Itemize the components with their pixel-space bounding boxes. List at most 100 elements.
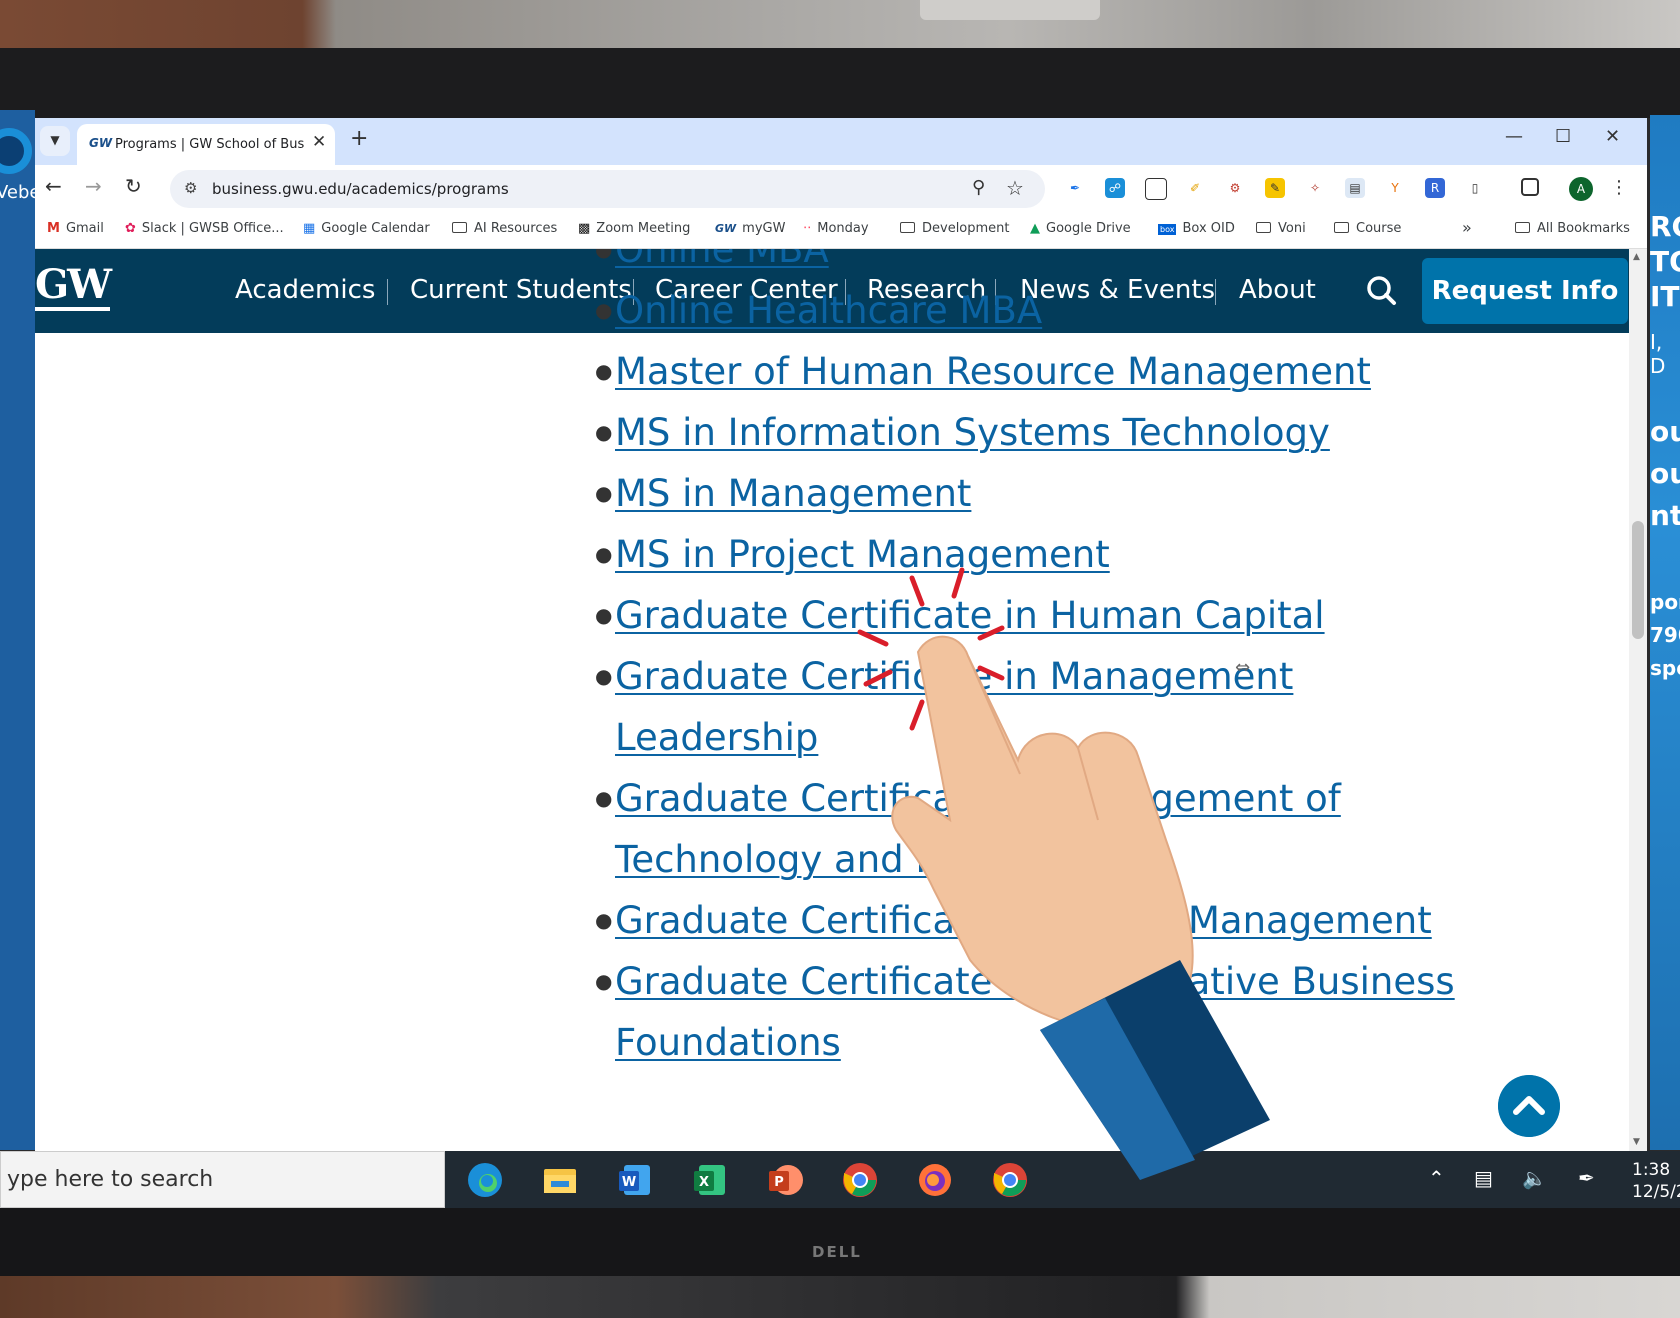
- folder-icon: [1334, 222, 1349, 233]
- nav-academics[interactable]: Academics: [235, 275, 375, 305]
- tab-close-icon[interactable]: ✕: [312, 132, 326, 152]
- volume-icon[interactable]: 🔈: [1522, 1166, 1547, 1190]
- extension-gear-icon[interactable]: ⚙: [1225, 178, 1245, 198]
- extension-y-icon[interactable]: Y: [1385, 178, 1405, 198]
- folder-icon: [452, 222, 467, 233]
- program-link-ms-management[interactable]: MS in Management: [615, 472, 971, 515]
- pen-icon[interactable]: ✒: [1578, 1166, 1595, 1190]
- powerpoint-icon[interactable]: P: [766, 1161, 804, 1199]
- program-link-cert-mgmt-technology[interactable]: Graduate Certificate in Management of: [615, 777, 1341, 820]
- bookmark-voni[interactable]: Voni: [1256, 221, 1306, 236]
- monitor-brand-logo: DELL: [812, 1243, 862, 1261]
- bookmark-development[interactable]: Development: [900, 221, 1010, 236]
- list-item: ● Graduate Certificate in Project Managem…: [595, 899, 1432, 942]
- file-explorer-icon[interactable]: [541, 1161, 579, 1199]
- gw-logo[interactable]: GW: [35, 263, 112, 311]
- profile-avatar[interactable]: A: [1569, 177, 1593, 201]
- zoom-icon[interactable]: ⚲: [972, 177, 985, 198]
- bookmark-zoom[interactable]: ▩ Zoom Meeting: [578, 221, 690, 236]
- program-link-online-mba[interactable]: Online MBA: [615, 249, 829, 271]
- site-info-icon[interactable]: ⚙: [184, 179, 197, 197]
- desk-background: [0, 1276, 1680, 1318]
- program-link-cert-management[interactable]: Graduate Certificate in Management: [615, 655, 1293, 698]
- program-link-cert-management-cont[interactable]: Leadership: [615, 716, 818, 759]
- bookmark-ai-resources[interactable]: AI Resources: [452, 221, 557, 236]
- bookmarks-overflow-icon[interactable]: »: [1462, 218, 1472, 237]
- program-link-ms-ist[interactable]: MS in Information Systems Technology: [615, 411, 1330, 454]
- webex-label: Vebe: [0, 182, 35, 203]
- extensions-puzzle-icon[interactable]: ▯: [1465, 178, 1485, 198]
- nav-divider: [387, 279, 388, 305]
- forward-button[interactable]: →: [85, 174, 102, 198]
- program-link-cert-human-capital[interactable]: Graduate Certificate in Human Capital: [615, 594, 1325, 637]
- bookmark-box-oid[interactable]: box Box OID: [1158, 221, 1235, 236]
- tab-search-button[interactable]: ▼: [40, 126, 70, 156]
- scroll-down-arrow-icon[interactable]: ▼: [1633, 1137, 1640, 1147]
- extension-r-icon[interactable]: R: [1425, 178, 1445, 198]
- list-item: ● Graduate Certificate in Quantitative Bu…: [595, 960, 1455, 1003]
- firefox-icon[interactable]: [916, 1161, 954, 1199]
- taskbar-search-placeholder: ype here to search: [7, 1167, 214, 1192]
- bookmark-google-drive[interactable]: ▲ Google Drive: [1030, 221, 1131, 236]
- screenshot-icon[interactable]: [1145, 178, 1167, 200]
- bookmark-calendar[interactable]: ▦ Google Calendar: [303, 221, 430, 236]
- program-link-cert-mgmt-technology-cont[interactable]: Technology and Innovation: [615, 838, 1111, 881]
- bookmark-gmail[interactable]: M Gmail: [47, 221, 104, 236]
- close-window-button[interactable]: ✕: [1605, 126, 1620, 147]
- page-scrollbar[interactable]: ▲ ▼: [1629, 249, 1647, 1151]
- fragment-text: spo: [1650, 656, 1680, 680]
- program-link-mhrm[interactable]: Master of Human Resource Management: [615, 350, 1371, 393]
- list-item: ● Graduate Certificate in Management of: [595, 777, 1341, 820]
- list-item: ● Graduate Certificate in Management: [595, 655, 1294, 698]
- drive-icon: ▲: [1030, 221, 1040, 236]
- network-icon[interactable]: ▤: [1474, 1166, 1493, 1190]
- reload-button[interactable]: ↻: [125, 174, 142, 198]
- back-button[interactable]: ←: [45, 174, 62, 198]
- folder-icon: [1515, 222, 1530, 233]
- chrome-icon[interactable]: [841, 1161, 879, 1199]
- highlighter-icon[interactable]: ✎: [1265, 178, 1285, 198]
- program-link-cert-quantitative-cont[interactable]: Foundations: [615, 1021, 841, 1064]
- excel-icon[interactable]: X: [691, 1161, 729, 1199]
- program-list: ● Online MBA ● Online Healthcare MBA ● Mast…: [595, 249, 1455, 1073]
- chrome-icon[interactable]: [991, 1161, 1029, 1199]
- bookmark-monday[interactable]: ⋅⋅ Monday: [803, 221, 869, 236]
- scrollbar-thumb[interactable]: [1632, 521, 1644, 639]
- system-clock[interactable]: 1:38 12/5/2: [1632, 1159, 1680, 1203]
- bookmark-slack[interactable]: ✿ Slack | GWSB Office...: [125, 221, 284, 236]
- list-item: Leadership: [595, 707, 1455, 768]
- bookmark-star-icon[interactable]: ☆: [1006, 176, 1024, 200]
- svg-text:X: X: [699, 1175, 709, 1190]
- list-item: ● Graduate Certificate in Human Capital: [595, 594, 1325, 637]
- program-link-cert-quantitative[interactable]: Graduate Certificate in Quantitative Bus…: [615, 960, 1455, 1003]
- bookmark-course[interactable]: Course: [1334, 221, 1401, 236]
- edge-icon[interactable]: [466, 1161, 504, 1199]
- extension-doc-icon[interactable]: ▤: [1345, 178, 1365, 198]
- address-bar[interactable]: ⚙ business.gwu.edu/academics/programs ⚲ …: [170, 170, 1045, 208]
- program-link-ms-project-management[interactable]: MS in Project Management: [615, 533, 1110, 576]
- extension-brush-icon[interactable]: ✐: [1185, 178, 1205, 198]
- minimize-button[interactable]: —: [1505, 126, 1523, 147]
- new-tab-button[interactable]: +: [350, 126, 368, 151]
- chevron-up-tray-icon[interactable]: ⌃: [1428, 1166, 1445, 1190]
- all-bookmarks-button[interactable]: All Bookmarks: [1515, 221, 1630, 236]
- scroll-up-arrow-icon[interactable]: ▲: [1633, 252, 1640, 262]
- list-item: ● Online Healthcare MBA: [595, 289, 1043, 332]
- back-to-top-button[interactable]: [1498, 1075, 1560, 1137]
- fragment-text: por: [1650, 590, 1680, 614]
- program-link-cert-project-management[interactable]: Graduate Certificate in Project Manageme…: [615, 899, 1432, 942]
- extension-pen-icon[interactable]: ✒: [1065, 178, 1085, 198]
- zoom-icon: ▩: [578, 221, 591, 236]
- clock-date: 12/5/2: [1632, 1182, 1680, 1202]
- active-tab[interactable]: GW Programs | GW School of Business ✕: [77, 124, 335, 165]
- word-icon[interactable]: W: [616, 1161, 654, 1199]
- side-panel-icon[interactable]: [1521, 178, 1539, 196]
- extension-wand-icon[interactable]: ✧: [1305, 178, 1325, 198]
- bookmark-mygw[interactable]: GW myGW: [715, 221, 785, 236]
- maximize-button[interactable]: ☐: [1555, 126, 1571, 147]
- extension-link-icon[interactable]: ☍: [1105, 178, 1125, 198]
- program-link-online-healthcare-mba[interactable]: Online Healthcare MBA: [615, 289, 1042, 332]
- menu-kebab-icon[interactable]: ⋮: [1609, 178, 1629, 198]
- taskbar-search-box[interactable]: ype here to search: [0, 1151, 445, 1208]
- webex-app-icon[interactable]: [0, 128, 32, 174]
